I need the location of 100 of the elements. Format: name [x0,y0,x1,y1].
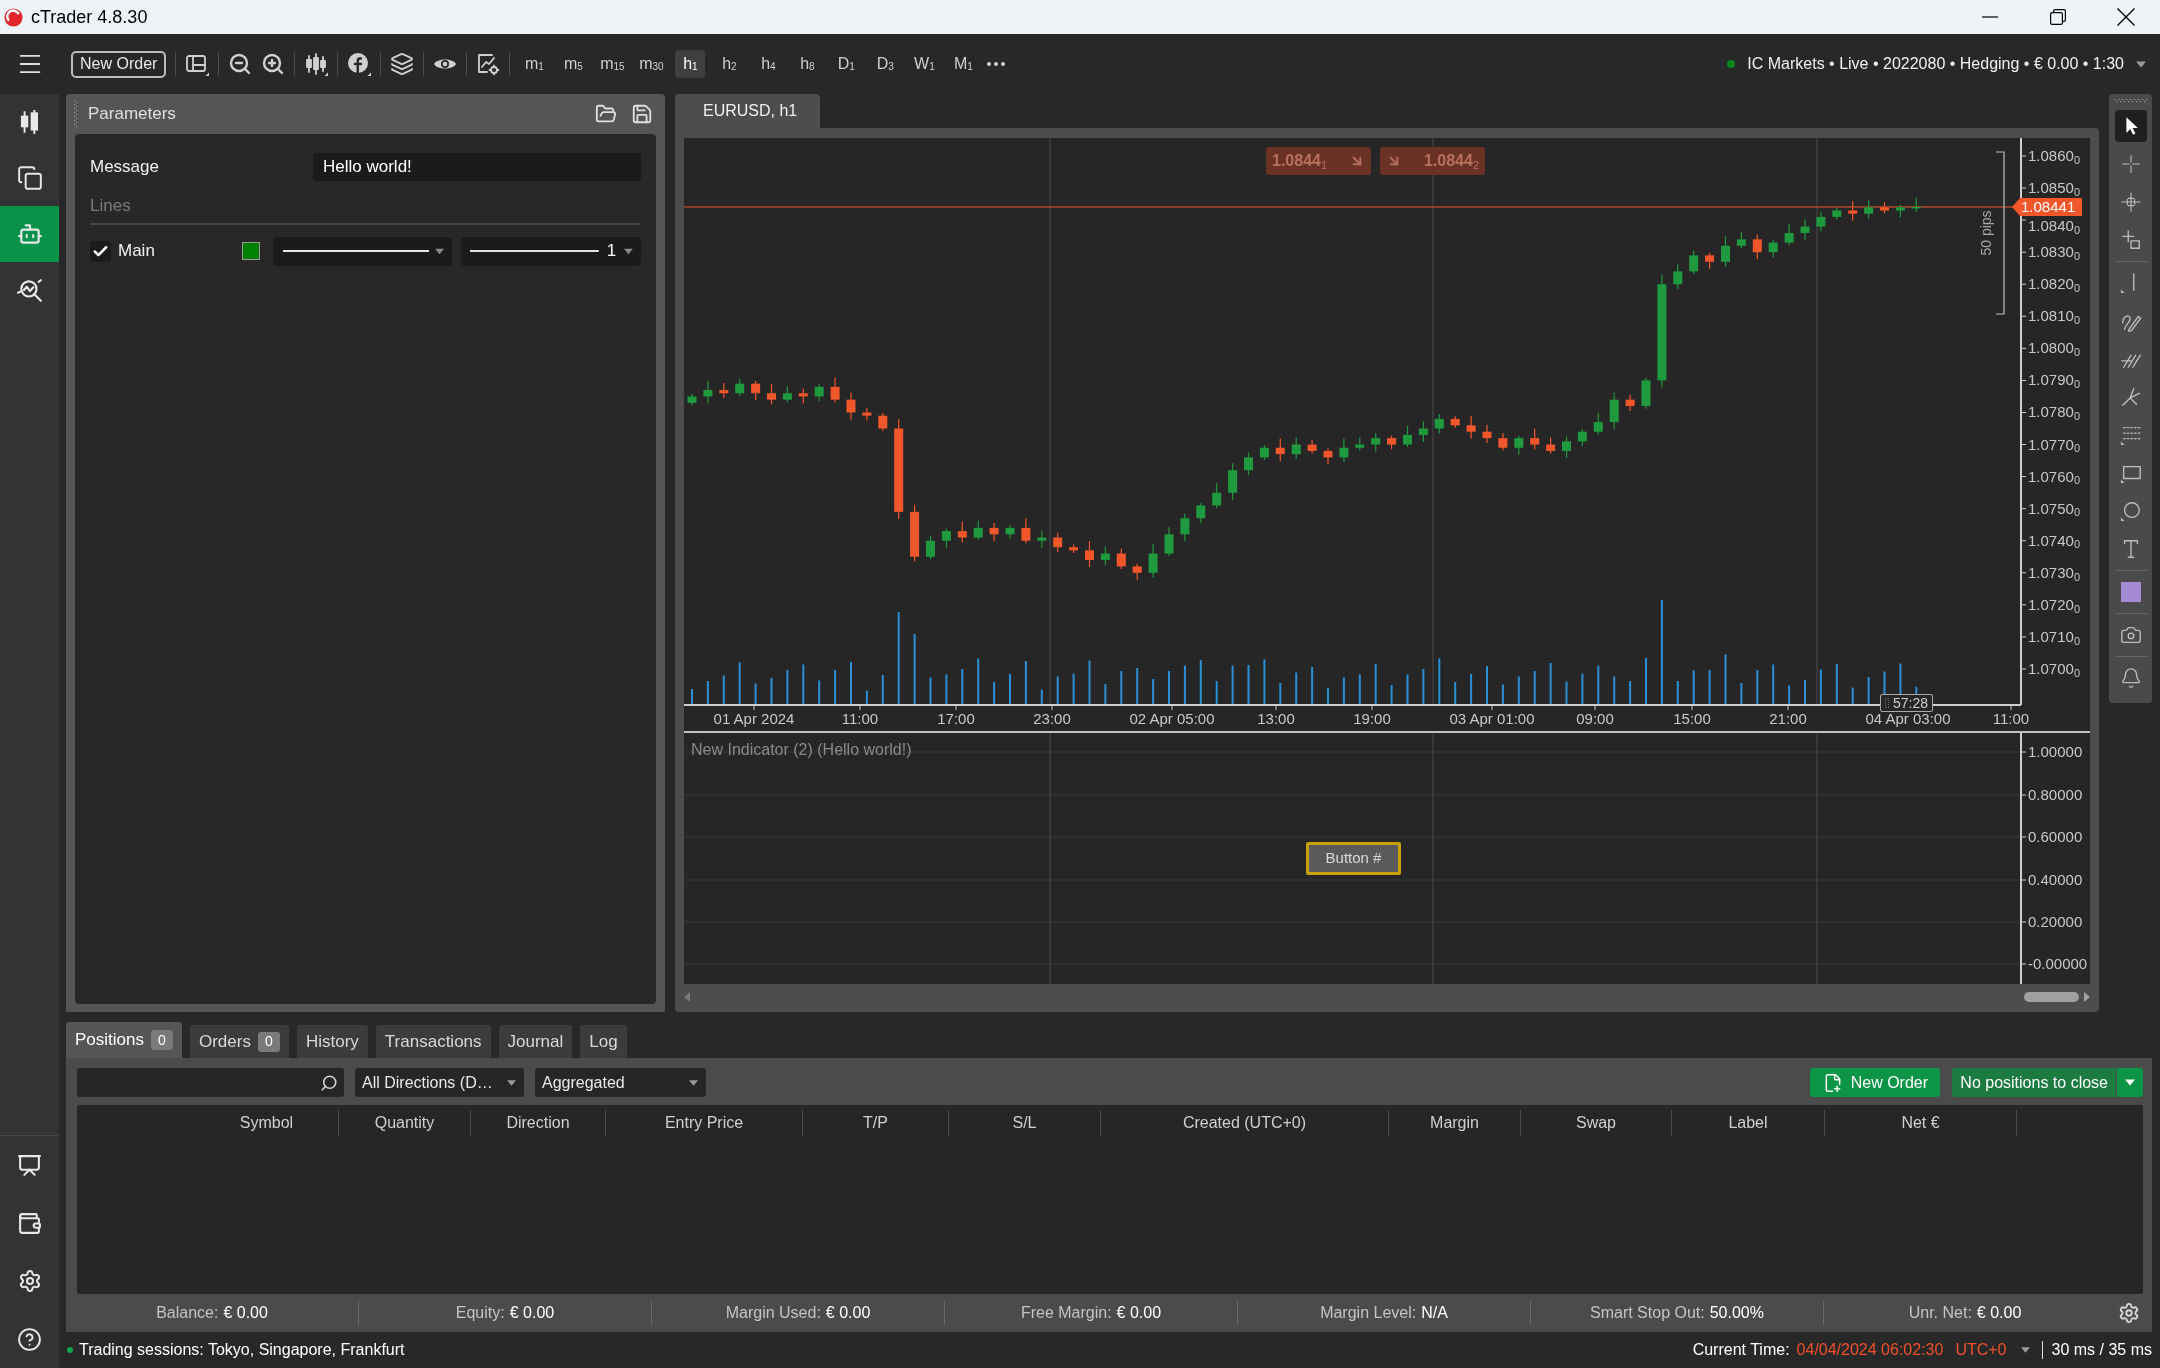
filter-dropdown[interactable]: All Directions (D… [355,1068,524,1097]
column-header: Created (UTC+0) [1101,1110,1389,1136]
candle-countdown: 57:28 [1880,694,1934,712]
settings-icon[interactable] [2118,1302,2140,1324]
price-tick-label: 1.0740$_{0}$ [2028,531,2080,550]
price-tick-label: 1.0720$_{0}$ [2028,595,2080,614]
zoom-out-icon[interactable] [228,52,253,76]
column-header: Margin [1389,1110,1521,1136]
time-axis-label: 02 Apr 05:00 [1129,710,1215,728]
pips-label: 50 pips [1976,210,1995,256]
price-tick-label: 1.0710$_{0}$ [2028,627,2080,646]
fork-lines-icon [2119,386,2142,408]
panel-tab[interactable]: Journal [498,1025,573,1058]
bell-icon[interactable] [2119,667,2142,689]
caret-icon [2020,1347,2030,1353]
grip-icon [1885,698,1889,708]
summary-value: € 0.00 [509,1303,555,1323]
price-tick-label: 1.0840$_{0}$ [2028,216,2080,235]
caret-icon [507,1079,516,1086]
time-axis-label: 03 Apr 01:00 [1449,710,1535,728]
presentation-board-icon[interactable] [17,1152,42,1178]
price-tick-label: 1.0850$_{0}$ [2028,179,2080,198]
dropdown-button[interactable] [2117,1068,2143,1097]
close-positions-button[interactable]: No positions to close [1952,1068,2116,1097]
field-label: Message [90,156,159,179]
filter-dropdown[interactable]: Aggregated [535,1068,706,1097]
caret-icon [2136,60,2146,68]
restore-icon[interactable] [2050,9,2066,25]
panel-tab[interactable]: Orders 0 [190,1025,289,1058]
column-header: Swap [1521,1110,1672,1136]
summary-label: Margin Level: [1320,1303,1417,1323]
timezone-selector[interactable]: UTC+0 [1955,1338,2007,1362]
grip-icon[interactable] [2113,99,2148,103]
help-icon[interactable] [17,1326,42,1352]
scrollbar-thumb[interactable] [2024,992,2079,1002]
magnifier-chart-icon [16,277,43,303]
panel-tab[interactable]: Positions 0 [66,1022,182,1058]
panel-tab[interactable]: Log [580,1025,627,1058]
caret-icon [2125,1079,2135,1086]
message-input[interactable]: Hello world! [313,153,641,181]
price-tick-label: 1.0860$_{0}$ [2028,147,2080,165]
panel-tab[interactable]: History [296,1025,368,1058]
color-swatch-icon[interactable] [242,242,260,260]
scroll-right-icon[interactable] [2084,992,2090,1002]
chart-gear-icon[interactable] [476,52,501,76]
price-tick-label: 1.0750$_{0}$ [2028,499,2080,518]
wallet-icon[interactable] [17,1210,42,1236]
line-label: Main [118,240,155,263]
value-tick-label: 0.40000 [2028,871,2083,889]
summary-label: Smart Stop Out: [1590,1303,1705,1323]
panel-tab[interactable]: Transactions [375,1025,491,1058]
more-icon[interactable] [987,62,1006,66]
summary-value: € 0.00 [223,1303,268,1323]
checkbox[interactable] [90,240,111,262]
layers-icon[interactable] [390,52,415,76]
dotted-lines-icon [2119,424,2142,446]
candlestick-icon[interactable] [304,52,329,76]
time-axis-label: 23:00 [1033,710,1071,728]
crosshair-icon [2119,153,2142,175]
drag-handle-icon[interactable] [74,100,78,128]
price-tick-label: 1.0790$_{0}$ [2028,371,2080,390]
solid-line-icon [470,250,599,252]
column-header: S/L [949,1110,1101,1136]
time-axis-label: 15:00 [1673,710,1711,728]
latency: 30 ms / 35 ms [2051,1340,2152,1360]
settings-icon[interactable] [17,1269,42,1293]
column-header: Direction [471,1110,606,1136]
section-header: Lines [90,196,131,215]
time-axis-label: 21:00 [1769,710,1807,728]
new-order-button[interactable]: New Order [1810,1068,1941,1097]
chart-tab[interactable]: EURUSD, h1 [675,94,820,128]
layout-icon[interactable] [185,52,210,76]
line-style-dropdown[interactable] [273,236,452,266]
save-icon[interactable] [631,103,653,125]
summary-label: Free Margin: [1020,1303,1112,1323]
camera-icon[interactable] [2119,624,2142,646]
close-icon[interactable] [2117,8,2135,26]
folder-open-icon[interactable] [595,103,617,125]
price-tick-label: 1.0810$_{0}$ [2028,307,2080,326]
value-tick-label: 0.60000 [2028,828,2083,846]
indicator-title: New Indicator (2) (Hello world!) [691,740,912,760]
value-tick-label: -0.00000 [2028,955,2088,973]
window-title: cTrader 4.8.30 [31,5,148,29]
column-header: T/P [803,1110,949,1136]
time-axis-label: 13:00 [1257,710,1295,728]
color-swatch-icon[interactable] [2120,582,2141,602]
summary-label: Margin Used: [725,1303,821,1323]
search-field[interactable] [77,1068,344,1097]
time-axis-label: 17:00 [937,710,975,728]
column-header: Quantity [339,1110,471,1136]
new-order-button[interactable]: New Order [71,50,167,78]
account-info[interactable]: IC Markets • Live • 2022080 • Hedging • € 0.00 • 1:30 [1747,52,2124,76]
zoom-in-icon[interactable] [261,52,286,76]
solid-line-icon [283,250,429,252]
circle-f-icon[interactable] [347,52,372,76]
chart-button[interactable]: Button # [1306,842,1401,875]
time-axis-label: 11:00 [1992,710,2030,728]
column-header: Label [1672,1110,1825,1136]
line-thickness-dropdown[interactable]: 1 [461,236,641,266]
drawing-tool-button[interactable] [2114,110,2147,142]
